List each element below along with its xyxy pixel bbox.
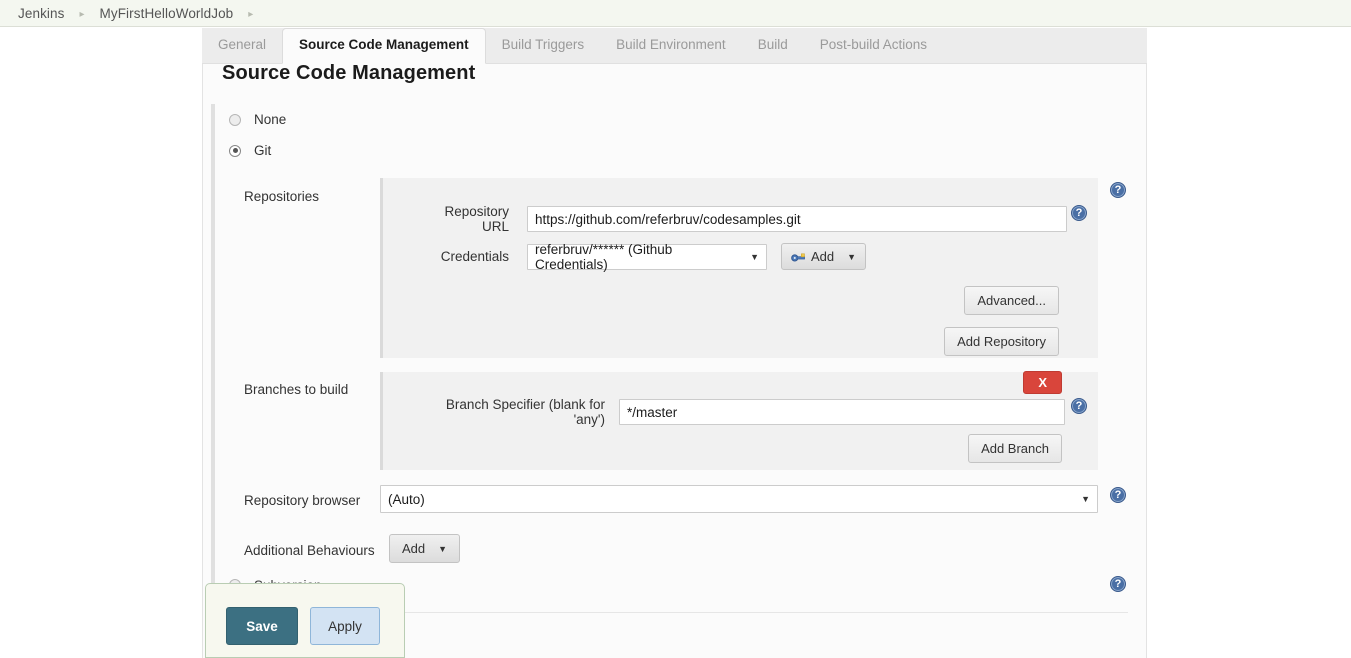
tab-general[interactable]: General bbox=[202, 28, 282, 63]
radio-none[interactable] bbox=[229, 113, 241, 126]
credentials-add-label: Add bbox=[811, 249, 835, 264]
chevron-down-icon-behaviours: ▼ bbox=[438, 543, 448, 554]
advanced-button[interactable]: Advanced... bbox=[964, 286, 1059, 315]
repositories-help-icon[interactable]: ? bbox=[1110, 182, 1126, 198]
git-section-indicator bbox=[211, 166, 215, 584]
scm-option-none[interactable]: None bbox=[215, 104, 1147, 135]
scm-option-none-label: None bbox=[254, 112, 287, 127]
repository-url-label: Repository URL bbox=[444, 204, 509, 234]
branch-specifier-field-line: Branch Specifier (blank for 'any') bbox=[419, 397, 1065, 427]
breadcrumb-item-jenkins[interactable]: Jenkins bbox=[16, 6, 66, 21]
chevron-down-icon: ▼ bbox=[750, 251, 759, 262]
page-title: Source Code Management bbox=[222, 62, 476, 84]
tab-build[interactable]: Build bbox=[742, 28, 804, 63]
repositories-box: Repository URL Credentials referbruv/***… bbox=[380, 178, 1098, 358]
credentials-selected-value: referbruv/****** (Github Credentials) bbox=[535, 241, 673, 272]
tab-source-code-management[interactable]: Source Code Management bbox=[282, 28, 486, 64]
branch-specifier-label: Branch Specifier (blank for 'any') bbox=[445, 397, 605, 427]
add-branch-button[interactable]: Add Branch bbox=[968, 434, 1062, 463]
breadcrumb: Jenkins ▸ MyFirstHelloWorldJob ▸ bbox=[0, 0, 1351, 27]
tab-build-environment[interactable]: Build Environment bbox=[600, 28, 742, 63]
repository-browser-help-icon[interactable]: ? bbox=[1110, 487, 1126, 503]
additional-behaviours-label: Additional Behaviours bbox=[244, 543, 375, 558]
right-gutter bbox=[1148, 28, 1351, 658]
chevron-down-icon-add: ▼ bbox=[847, 251, 857, 262]
add-repository-button[interactable]: Add Repository bbox=[944, 327, 1059, 356]
credentials-add-button[interactable]: Add ▼ bbox=[781, 243, 867, 270]
jenkins-config-page: Jenkins ▸ MyFirstHelloWorldJob ▸ General… bbox=[0, 0, 1351, 658]
repository-url-input[interactable] bbox=[527, 206, 1067, 232]
floating-save-bar: Save Apply bbox=[205, 583, 405, 658]
breadcrumb-item-job[interactable]: MyFirstHelloWorldJob bbox=[98, 6, 236, 21]
config-tab-bar: General Source Code Management Build Tri… bbox=[202, 28, 1147, 64]
scm-option-git-label: Git bbox=[254, 143, 272, 158]
repositories-label: Repositories bbox=[244, 189, 320, 204]
branches-box: X Branch Specifier (blank for 'any') Add… bbox=[380, 371, 1098, 470]
branch-specifier-help-icon[interactable]: ? bbox=[1071, 398, 1087, 414]
repositories-row: Repositories bbox=[244, 186, 394, 204]
chevron-down-icon-browser: ▼ bbox=[1081, 494, 1090, 504]
branches-row: Branches to build bbox=[244, 379, 394, 397]
additional-behaviours-row: Additional Behaviours bbox=[244, 540, 404, 558]
save-button[interactable]: Save bbox=[226, 607, 298, 645]
credentials-label: Credentials bbox=[440, 249, 509, 264]
additional-behaviours-add-label: Add bbox=[402, 541, 426, 556]
branch-specifier-input[interactable] bbox=[619, 399, 1065, 425]
tab-build-triggers[interactable]: Build Triggers bbox=[486, 28, 601, 63]
repository-url-help-icon[interactable]: ? bbox=[1071, 205, 1087, 221]
breadcrumb-separator-icon: ▸ bbox=[79, 8, 85, 20]
repository-browser-select[interactable]: (Auto) ▼ bbox=[380, 485, 1098, 513]
scm-radio-group: None Git bbox=[211, 104, 1147, 166]
repository-browser-row: Repository browser bbox=[244, 490, 394, 508]
additional-behaviours-add-button[interactable]: Add ▼ bbox=[389, 534, 461, 563]
radio-git[interactable] bbox=[229, 144, 241, 157]
repository-browser-label: Repository browser bbox=[244, 493, 361, 508]
left-gutter bbox=[0, 28, 202, 658]
apply-button[interactable]: Apply bbox=[310, 607, 380, 645]
scm-option-git[interactable]: Git bbox=[215, 135, 1147, 166]
branches-label: Branches to build bbox=[244, 382, 349, 397]
credentials-field-line: Credentials referbruv/****** (Github Cre… bbox=[419, 241, 867, 272]
key-icon bbox=[791, 251, 806, 263]
repository-browser-selected-value: (Auto) bbox=[388, 491, 425, 507]
credentials-select[interactable]: referbruv/****** (Github Credentials) ▼ bbox=[527, 241, 767, 272]
subversion-help-icon[interactable]: ? bbox=[1110, 576, 1126, 592]
delete-branch-button[interactable]: X bbox=[1023, 371, 1062, 394]
breadcrumb-separator-icon-2[interactable]: ▸ bbox=[248, 9, 253, 20]
tab-post-build-actions[interactable]: Post-build Actions bbox=[804, 28, 943, 63]
repository-url-field-line: Repository URL bbox=[419, 204, 1067, 234]
